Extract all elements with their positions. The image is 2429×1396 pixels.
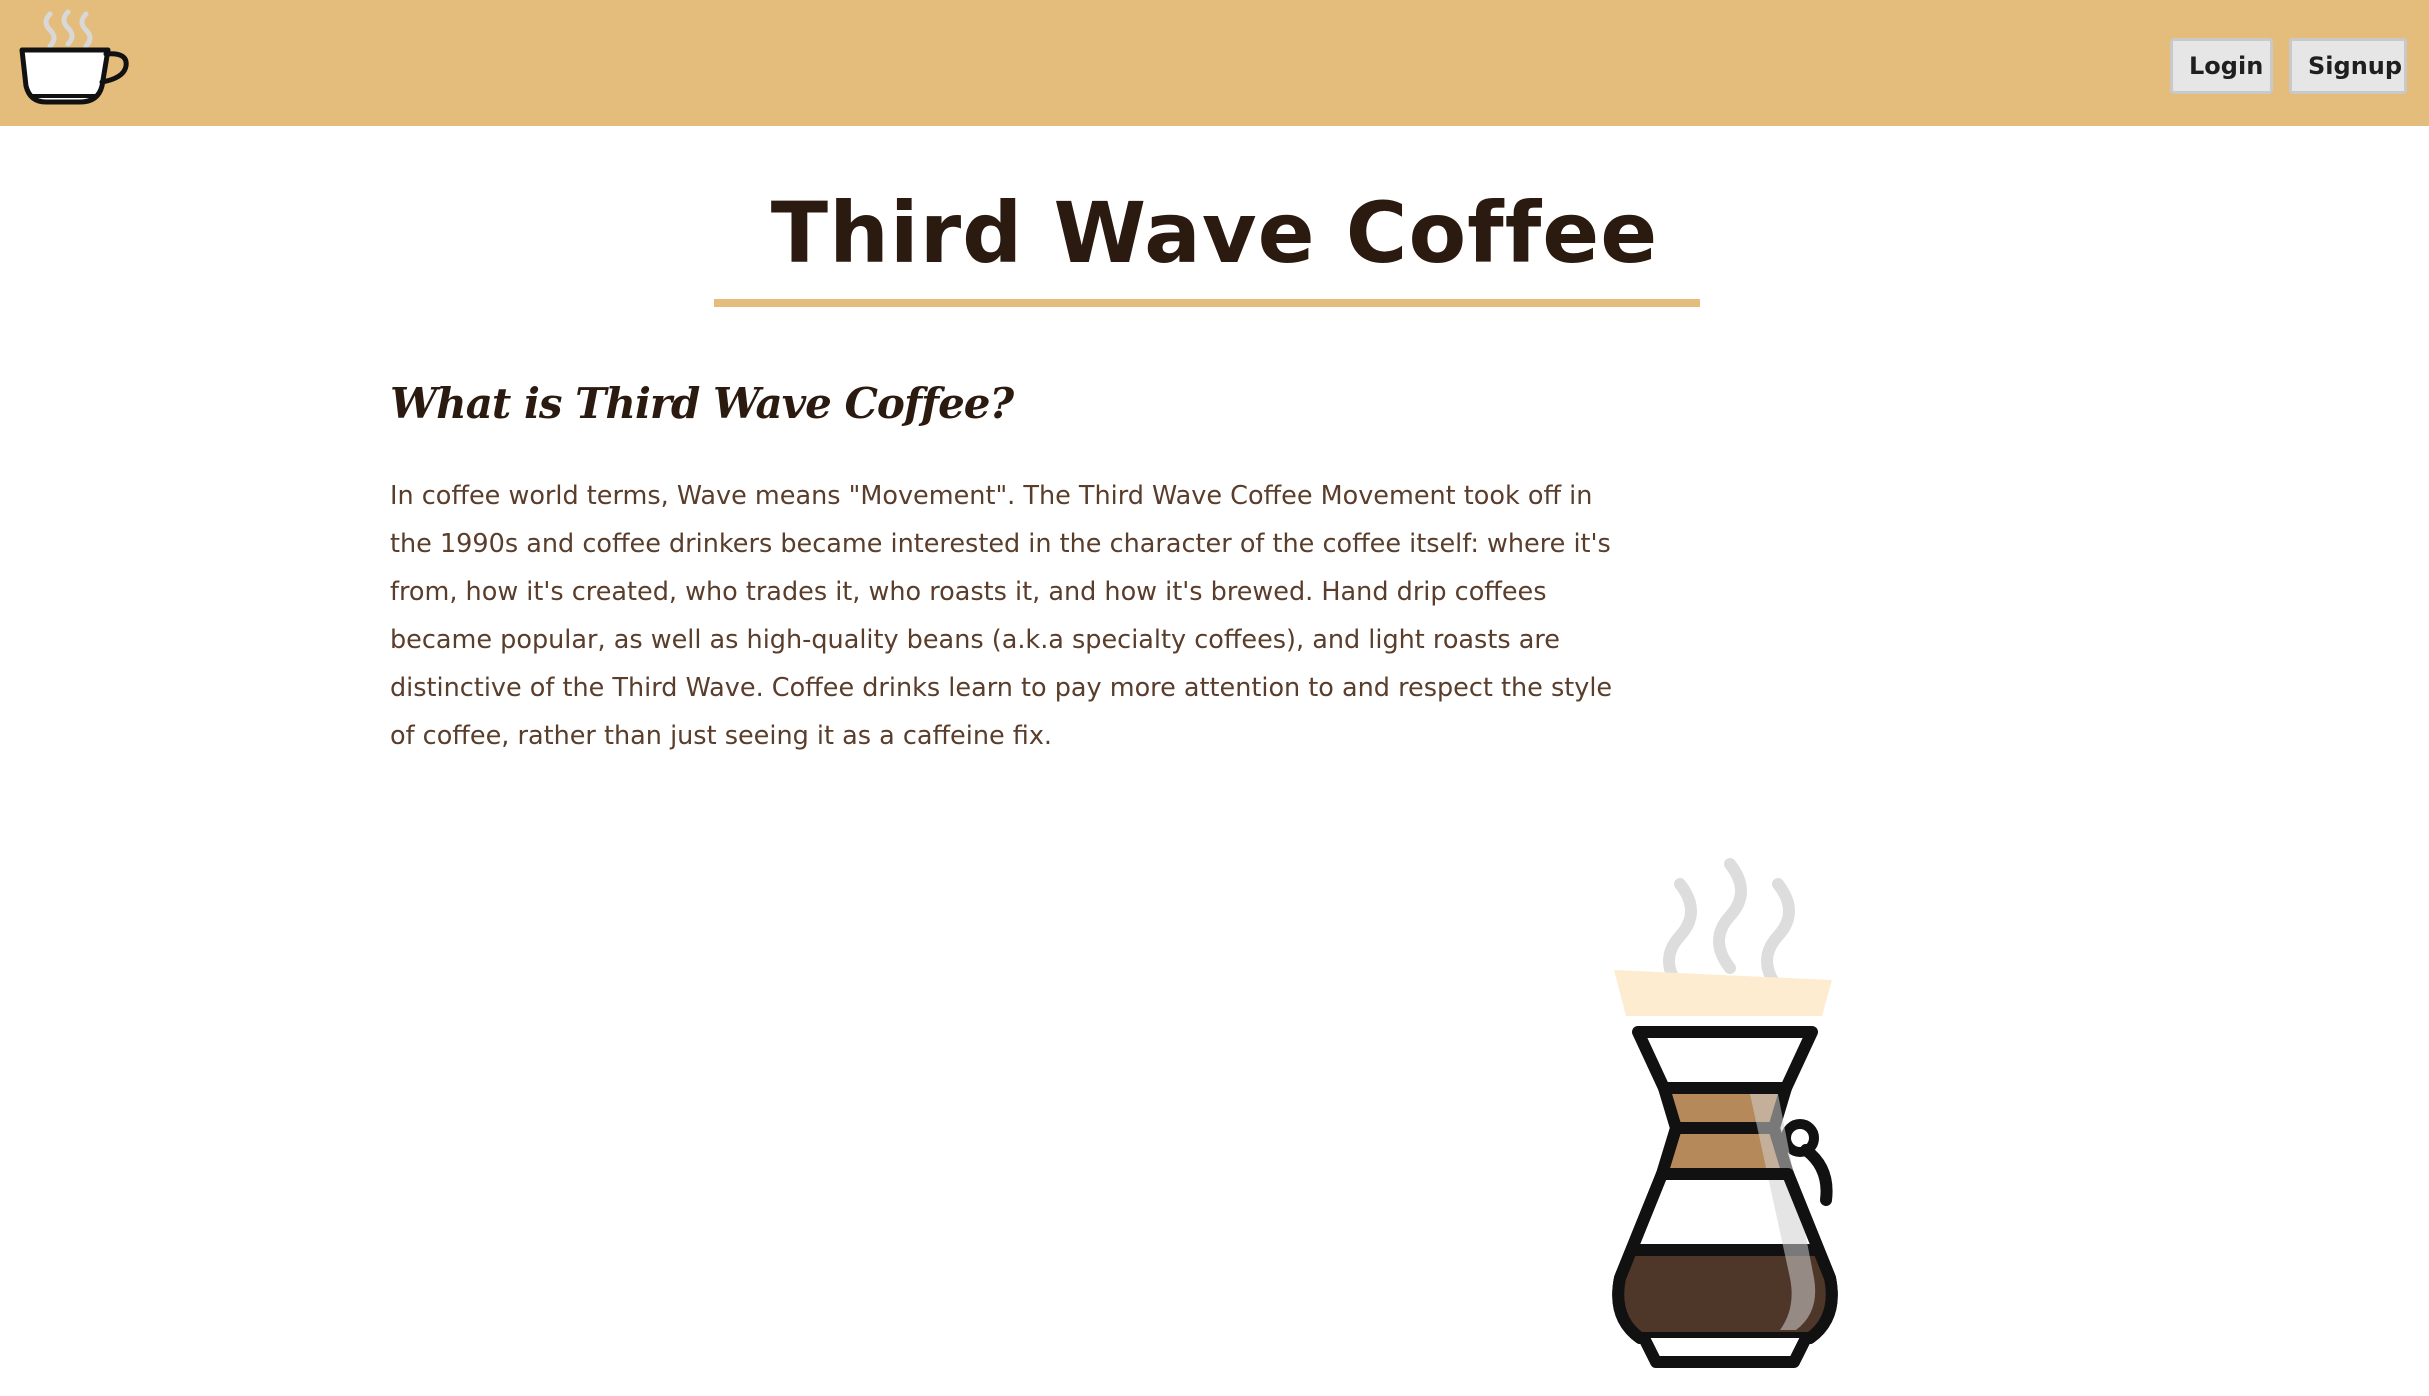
auth-buttons: Login Signup [2170, 38, 2407, 94]
title-underline [714, 299, 1700, 307]
coffee-cup-icon[interactable] [18, 6, 134, 110]
section-heading: What is Third Wave Coffee? [390, 379, 1014, 428]
login-button[interactable]: Login [2170, 38, 2273, 94]
pour-over-coffee-maker-icon [1600, 838, 1850, 1374]
section-paragraph: In coffee world terms, Wave means "Movem… [390, 481, 1613, 751]
signup-button[interactable]: Signup [2289, 38, 2407, 94]
page-title: Third Wave Coffee [770, 184, 1659, 282]
top-bar: Login Signup [0, 0, 2429, 126]
